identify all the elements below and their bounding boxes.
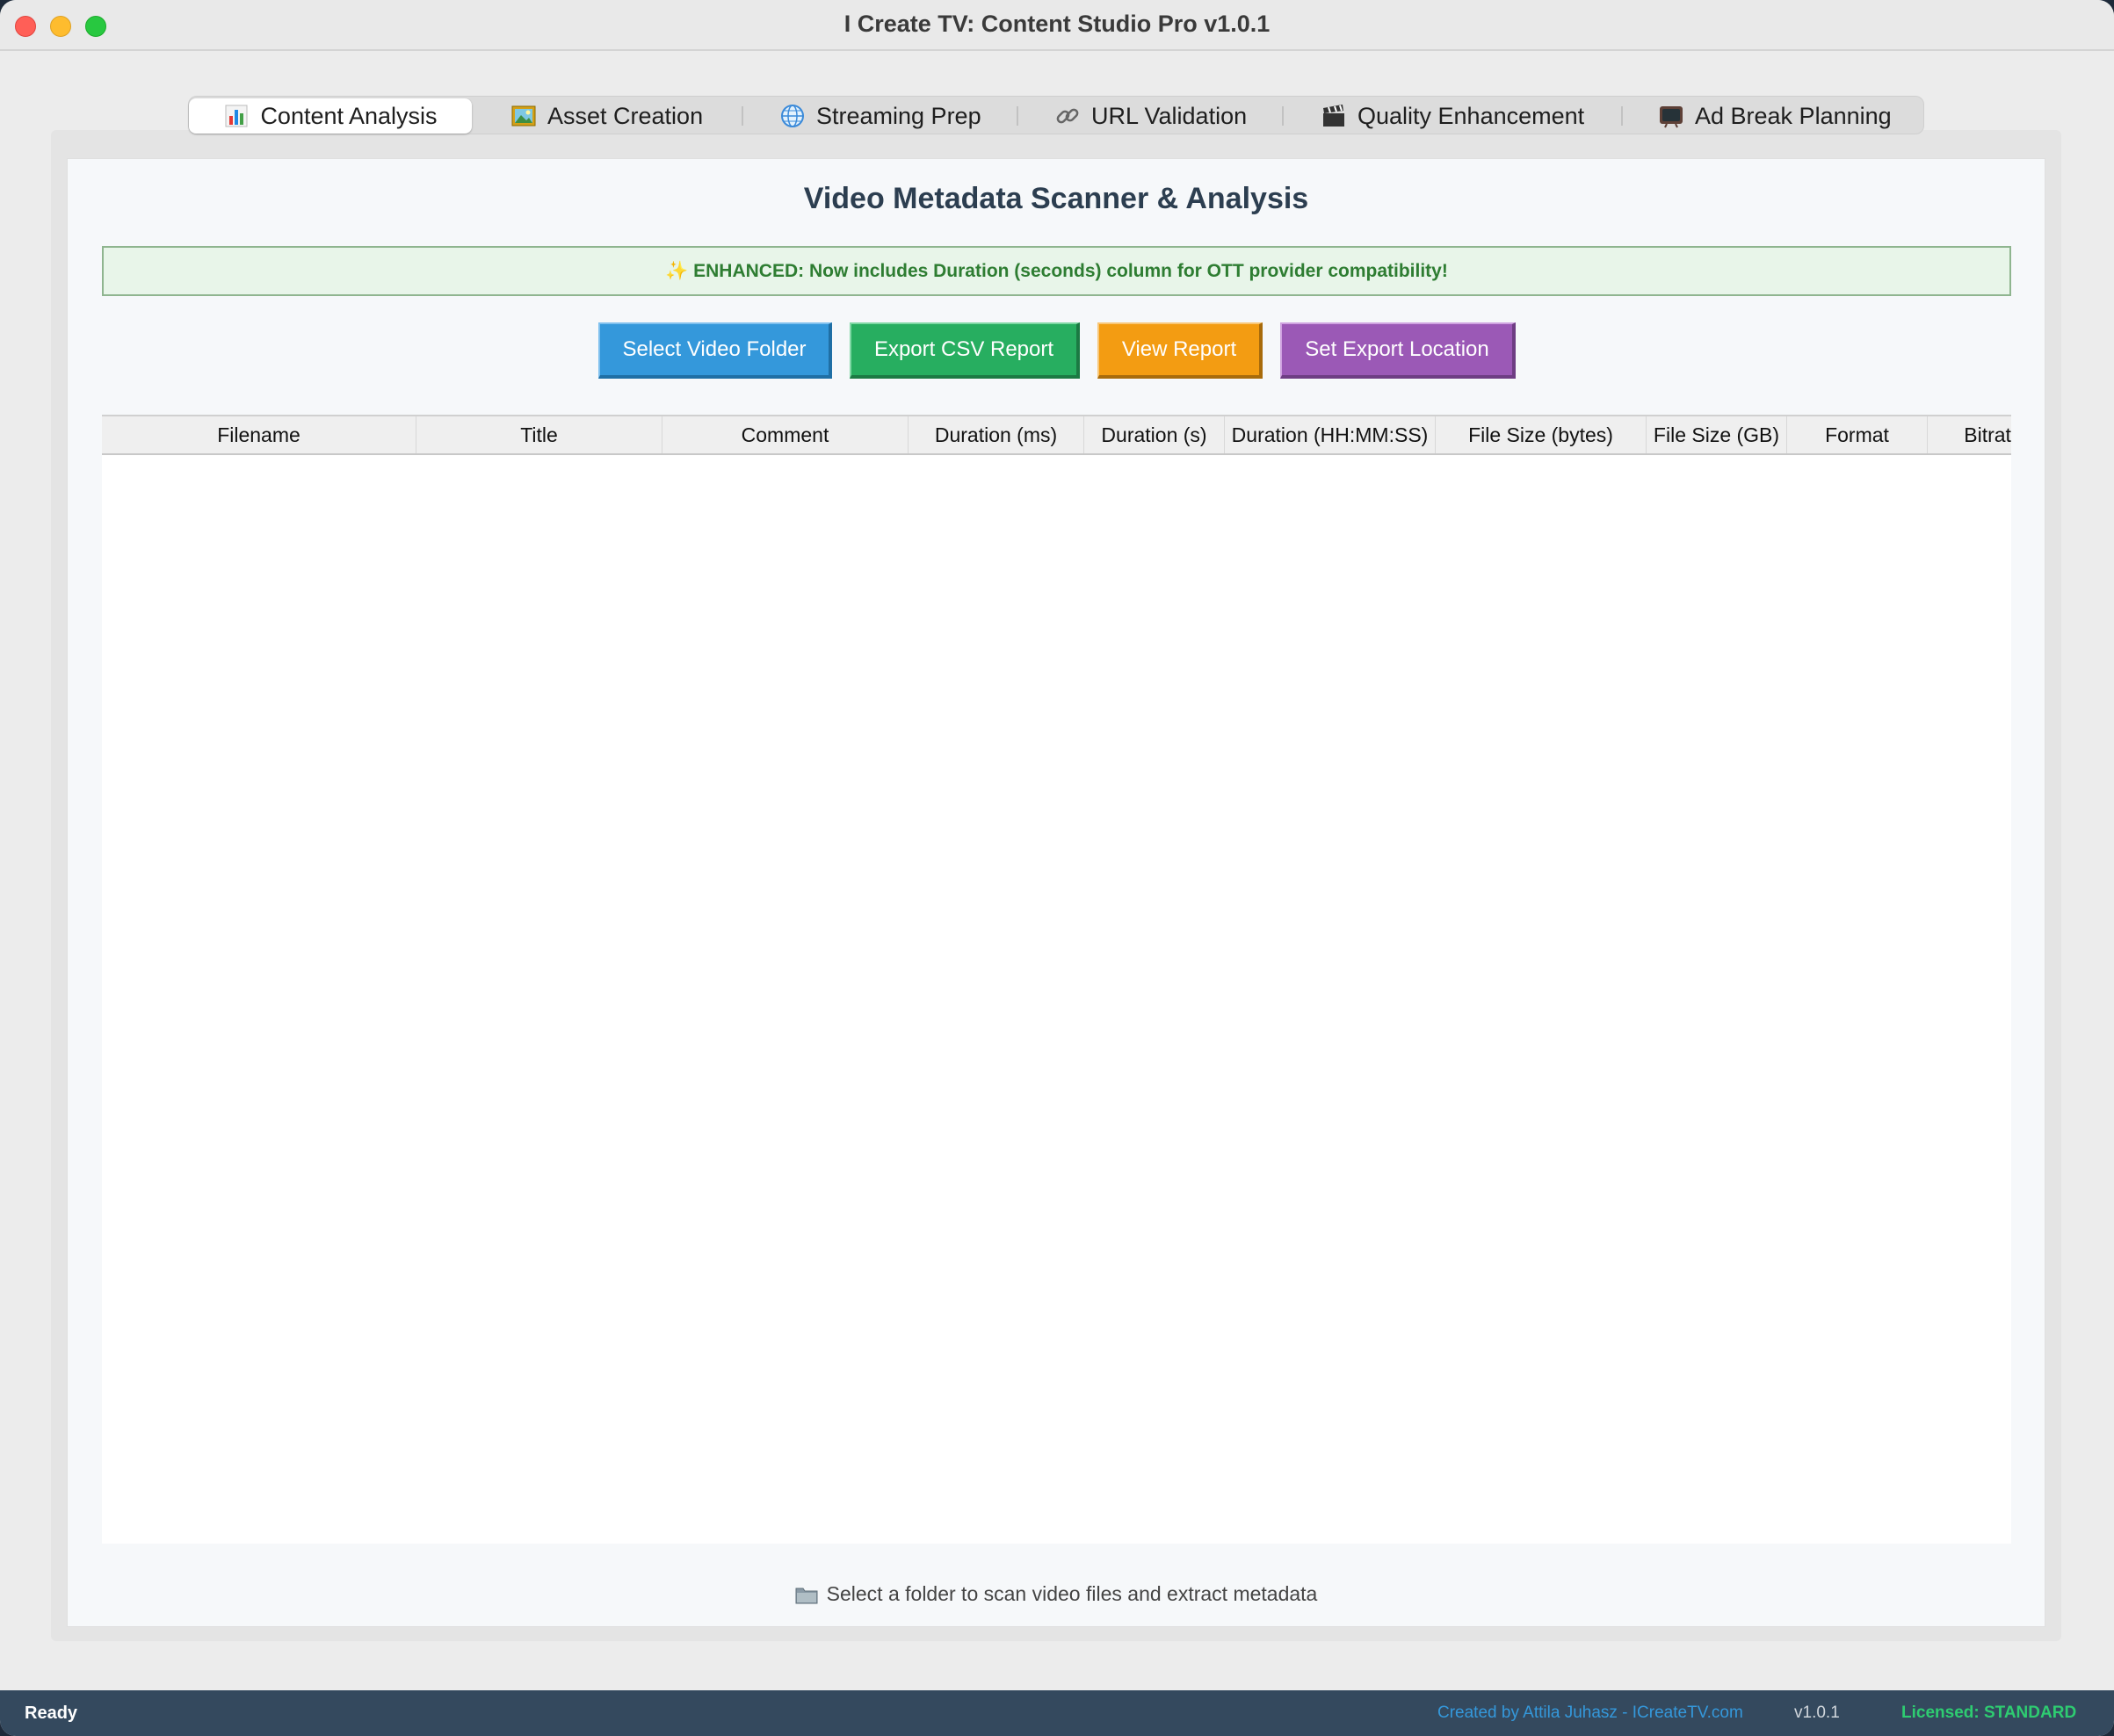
link-icon bbox=[1054, 103, 1081, 129]
tab-content-analysis[interactable]: Content Analysis bbox=[189, 98, 472, 134]
app-window: I Create TV: Content Studio Pro v1.0.1 C… bbox=[0, 0, 2114, 1736]
column-header-duration-hhmmss[interactable]: Duration (HH:MM:SS) bbox=[1225, 416, 1436, 453]
page-title: Video Metadata Scanner & Analysis bbox=[803, 182, 1309, 215]
select-video-folder-button[interactable]: Select Video Folder bbox=[598, 322, 832, 379]
tab-asset-creation[interactable]: Asset Creation bbox=[510, 98, 703, 134]
tv-icon bbox=[1658, 103, 1684, 129]
tab-label: Ad Break Planning bbox=[1695, 102, 1892, 129]
tab-quality-enhancement[interactable]: Quality Enhancement bbox=[1321, 98, 1584, 134]
set-export-location-button[interactable]: Set Export Location bbox=[1280, 322, 1516, 379]
column-header-file-size-gb[interactable]: File Size (GB) bbox=[1647, 416, 1787, 453]
column-header-bitrate[interactable]: Bitrate bbox=[1928, 416, 2011, 453]
metadata-table[interactable]: Filename Title Comment Duration (ms) Dur… bbox=[102, 415, 2011, 1544]
column-header-filename[interactable]: Filename bbox=[102, 416, 416, 453]
hint-text: Select a folder to scan video files and … bbox=[826, 1582, 1318, 1605]
window-title: I Create TV: Content Studio Pro v1.0.1 bbox=[843, 11, 1271, 37]
clapper-icon bbox=[1321, 103, 1347, 129]
globe-icon bbox=[779, 103, 806, 129]
content-analysis-panel: Video Metadata Scanner & Analysis ✨ ENHA… bbox=[67, 158, 2045, 1627]
column-header-file-size-bytes[interactable]: File Size (bytes) bbox=[1436, 416, 1647, 453]
enhancement-banner: ✨ ENHANCED: Now includes Duration (secon… bbox=[102, 246, 2011, 296]
status-hint: Select a folder to scan video files and … bbox=[68, 1582, 2045, 1606]
export-csv-report-button[interactable]: Export CSV Report bbox=[850, 322, 1080, 379]
tab-ad-break-planning[interactable]: Ad Break Planning bbox=[1658, 98, 1892, 134]
tab-label: URL Validation bbox=[1091, 102, 1248, 129]
bar-chart-icon bbox=[223, 103, 250, 129]
tab-label: Asset Creation bbox=[547, 102, 704, 129]
column-header-comment[interactable]: Comment bbox=[662, 416, 909, 453]
folder-icon bbox=[795, 1585, 818, 1604]
picture-icon bbox=[510, 103, 537, 129]
tab-label: Quality Enhancement bbox=[1357, 102, 1585, 129]
tab-bar: Content Analysis Asset Creation Streamin… bbox=[188, 96, 1924, 134]
status-text: Ready bbox=[25, 1703, 78, 1723]
title-bar: I Create TV: Content Studio Pro v1.0.1 bbox=[0, 0, 2114, 51]
status-bar: Ready Created by Attila Juhasz - ICreate… bbox=[0, 1690, 2114, 1736]
column-header-duration-s[interactable]: Duration (s) bbox=[1084, 416, 1225, 453]
view-report-button[interactable]: View Report bbox=[1097, 322, 1263, 379]
column-header-format[interactable]: Format bbox=[1787, 416, 1928, 453]
tab-label: Streaming Prep bbox=[816, 102, 981, 129]
tab-streaming-prep[interactable]: Streaming Prep bbox=[779, 98, 981, 134]
action-buttons: Select Video Folder Export CSV Report Vi… bbox=[68, 322, 2045, 379]
table-header: Filename Title Comment Duration (ms) Dur… bbox=[102, 415, 2011, 455]
credit-link[interactable]: Created by Attila Juhasz - ICreateTV.com bbox=[1437, 1703, 1743, 1723]
license-badge: Licensed: STANDARD bbox=[1901, 1703, 2077, 1722]
column-header-duration-ms[interactable]: Duration (ms) bbox=[909, 416, 1084, 453]
version-label: v1.0.1 bbox=[1794, 1703, 1840, 1722]
tab-url-validation[interactable]: URL Validation bbox=[1054, 98, 1247, 134]
column-header-title[interactable]: Title bbox=[416, 416, 662, 453]
tab-label: Content Analysis bbox=[260, 102, 438, 129]
